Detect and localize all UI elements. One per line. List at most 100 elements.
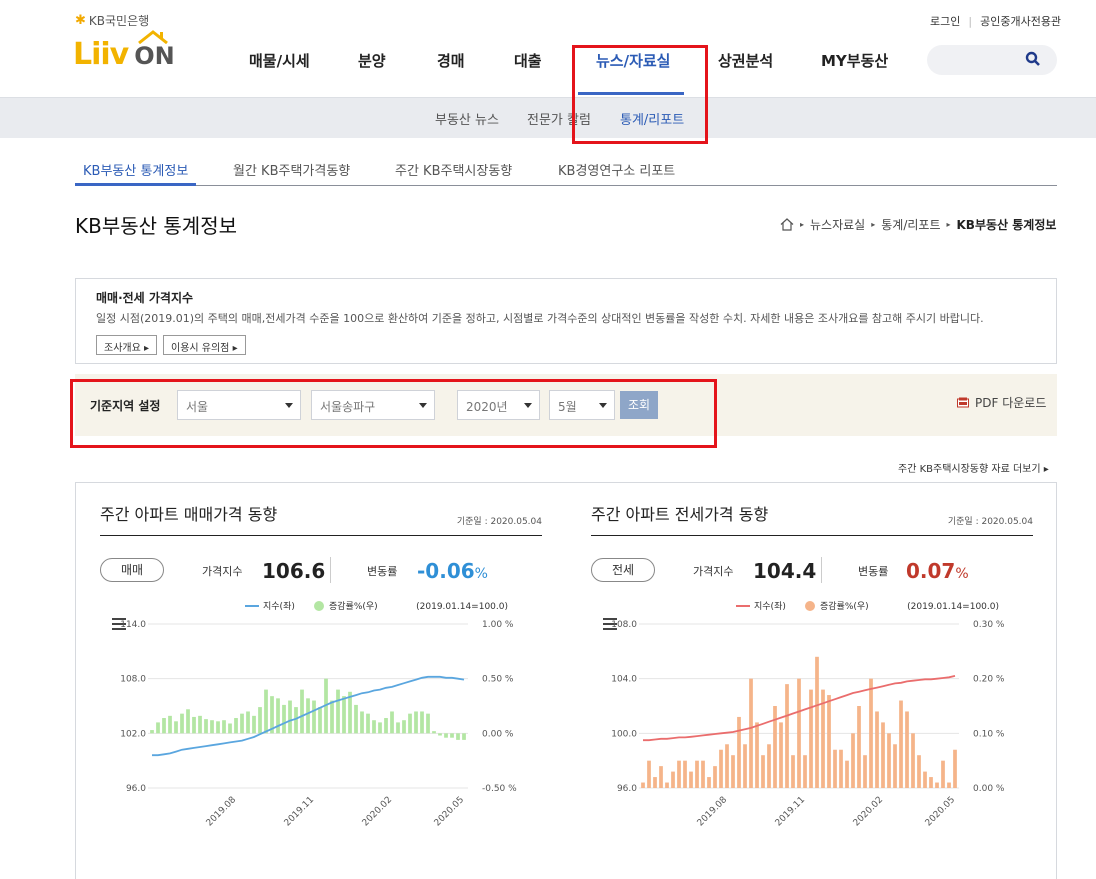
bar [288,700,292,734]
bar [851,733,855,788]
tab-kb-stats[interactable]: KB부동산 통계정보 [83,160,188,179]
usage-notice-button[interactable]: 이용시 유의점 ▸ [163,335,246,355]
x-tick-label: 2020.02 [361,795,394,828]
left-tick-label: 96.0 [126,784,146,794]
breadcrumb-stats[interactable]: 통계/리포트 [881,216,940,233]
bar [887,733,891,788]
bar [312,700,316,734]
home-icon[interactable] [780,218,794,231]
month-select[interactable]: 5월 [549,390,615,420]
x-tick-label: 2020.05 [924,795,957,828]
left-tick-label: 100.0 [611,729,637,739]
breadcrumb-news[interactable]: 뉴스자료실 [810,216,865,233]
nav-item-my-realestate[interactable]: MY부동산 [821,50,888,71]
chevron-right-icon: ▸ [871,220,876,229]
tab-weekly-market[interactable]: 주간 KB주택시장동향 [395,160,512,179]
agent-link[interactable]: 공인중개사전용관 [980,13,1061,29]
subnav-item-stats[interactable]: 통계/리포트 [620,109,684,128]
bar [330,700,334,734]
bar [336,689,340,734]
breadcrumb: ▸ 뉴스자료실 ▸ 통계/리포트 ▸ KB부동산 통계정보 [780,216,1056,233]
bar [420,711,424,734]
district-select[interactable]: 서울송파구 [311,390,435,420]
bar [186,709,190,734]
survey-overview-button[interactable]: 조사개요 ▸ [96,335,158,355]
bar [845,760,849,788]
info-box: 매매·전세 가격지수 일정 시점(2019.01)의 주택의 매매,전세가격 수… [75,278,1057,364]
bar [360,711,364,734]
sale-index-label: 가격지수 [202,565,243,578]
nav-item-listings[interactable]: 매물/시세 [249,50,310,71]
bar [282,704,286,734]
bar [809,689,813,788]
jeonse-chart-title: 주간 아파트 전세가격 동향 [591,505,769,524]
bar [204,719,208,734]
bar [294,707,298,734]
left-tick-label: 104.0 [611,675,637,685]
bar [665,782,669,788]
nav-item-news[interactable]: 뉴스/자료실 [596,50,670,71]
bar [456,733,460,740]
bar [258,707,262,734]
bar [677,760,681,788]
year-select[interactable]: 2020년 [457,390,540,420]
site-header: ✱ KB국민은행 Liiv ON 매물/시세 분양 경매 대출 뉴스/자료실 상… [0,0,1096,97]
tab-monthly-price[interactable]: 월간 KB주택가격동향 [233,160,350,179]
bar [390,711,394,734]
bar [372,720,376,734]
info-description: 일정 시점(2019.01)의 주택의 매매,전세가격 수준을 100으로 환산… [96,312,984,325]
bar [450,733,454,738]
bar [444,733,448,738]
bar [803,755,807,788]
bar [234,718,238,734]
bar [749,678,753,788]
x-tick-label: 2019.08 [205,795,239,829]
search-button[interactable]: 조회 [620,391,658,419]
bar [797,678,801,788]
nav-item-auction[interactable]: 경매 [437,50,465,71]
jeonse-index-value: 104.4 [753,559,817,583]
tab-research-report[interactable]: KB경영연구소 리포트 [558,160,675,179]
info-title: 매매·전세 가격지수 [96,291,194,305]
bar [953,749,957,788]
search-icon[interactable] [1025,51,1041,67]
subnav-item-column[interactable]: 전문가 칼럼 [527,109,591,128]
nav-item-loan[interactable]: 대출 [514,50,542,71]
bar [150,730,154,734]
kb-bank-logo[interactable]: ✱ KB국민은행 [75,12,149,29]
nav-item-presale[interactable]: 분양 [358,50,386,71]
bar [671,771,675,788]
bar [695,760,699,788]
bar [402,720,406,734]
region-filter: 기준지역 설정 서울 서울송파구 2020년 5월 조회 PDF 다운로드 [75,374,1057,436]
right-tick-label: 0.30 % [973,620,1005,630]
bar [276,698,280,734]
divider [591,535,1033,536]
jeonse-index-label: 가격지수 [693,565,734,578]
search-input[interactable] [927,45,1057,75]
bar [426,713,430,734]
login-link[interactable]: 로그인 [930,13,960,29]
more-weekly-link[interactable]: 주간 KB주택시장동향 자료 더보기 ▸ [898,460,1049,475]
on-logo-text: ON [134,30,175,70]
bar [713,766,717,788]
pdf-download-link[interactable]: PDF 다운로드 [957,394,1046,411]
caret-down-icon [419,403,427,408]
liiv-on-logo[interactable]: Liiv ON [73,30,175,70]
bar [318,707,322,734]
x-tick-label: 2020.02 [852,795,885,828]
bar [725,744,729,788]
nav-item-commercial[interactable]: 상권분석 [718,50,773,71]
subnav-item-news[interactable]: 부동산 뉴스 [435,109,499,128]
x-tick-label: 2019.08 [696,795,730,829]
bar [222,720,226,734]
bar [180,713,184,734]
bar [342,696,346,734]
jeonse-chart: 지수(좌) 증감률%(우) 108.0 104.0 100.0 96.0 0.30 % 0.2… [611,600,1005,829]
sale-chart-block: 주간 아파트 매매가격 동향 기준일 : 2020.05.04 매매 가격지수 … [100,483,542,879]
bar [408,713,412,734]
region-select[interactable]: 서울 [177,390,301,420]
chevron-right-icon: ▸ [800,220,805,229]
kb-star-icon: ✱ [75,13,86,28]
bar [815,656,819,788]
